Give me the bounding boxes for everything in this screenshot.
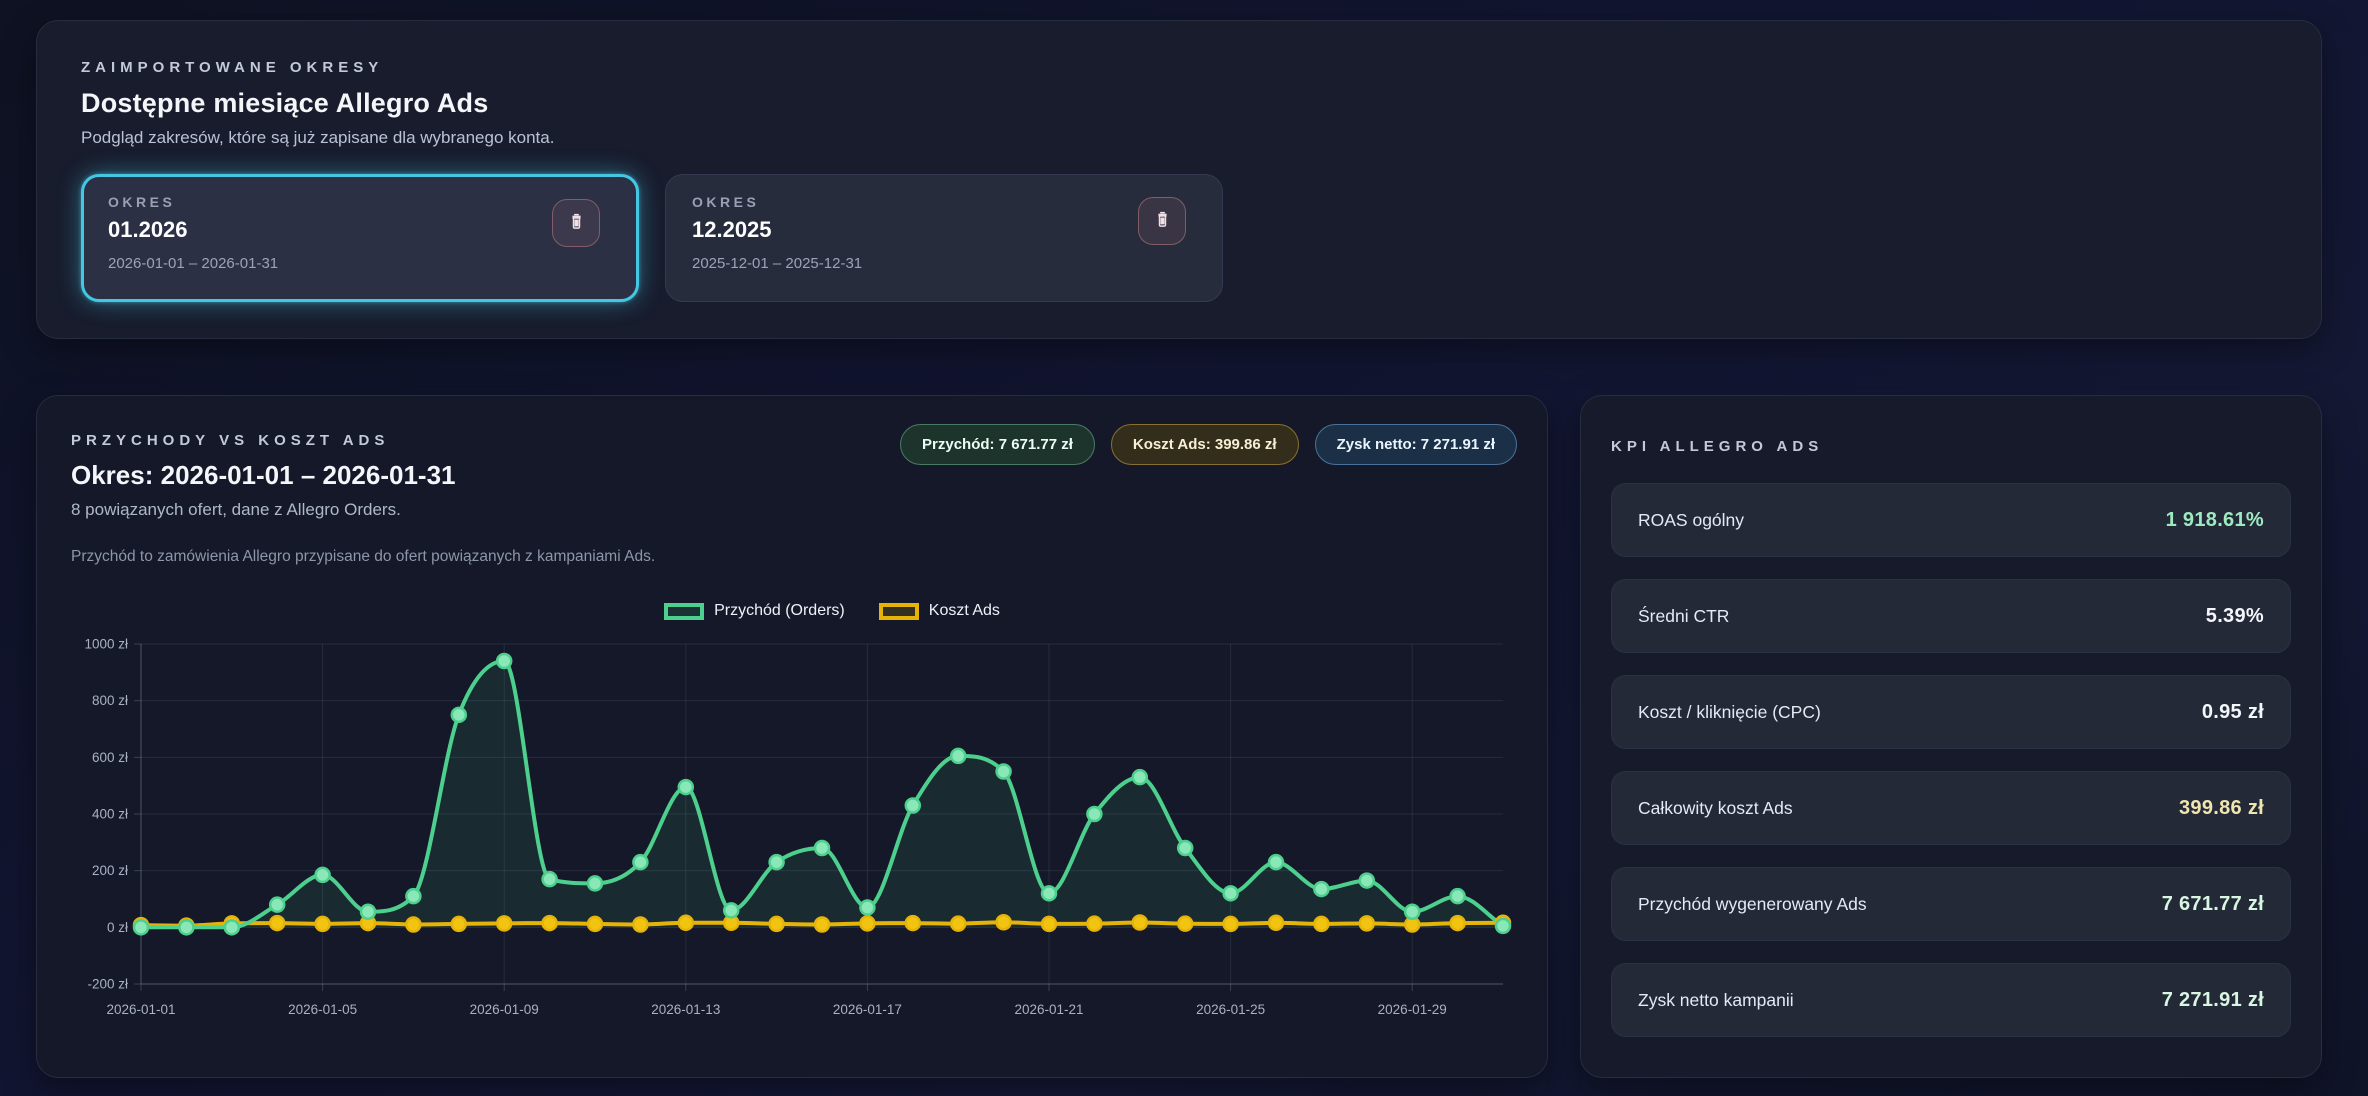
svg-text:800 zł: 800 zł	[92, 693, 128, 708]
period-card-label: OKRES	[692, 194, 1196, 210]
legend-item-ads-cost[interactable]: Koszt Ads	[869, 602, 1010, 620]
svg-text:1000 zł: 1000 zł	[84, 637, 128, 652]
net-profit-badge: Zysk netto: 7 271.91 zł	[1315, 424, 1517, 465]
delete-period-button[interactable]	[552, 199, 600, 247]
revenue-vs-cost-panel: PRZYCHODY VS KOSZT ADS Okres: 2026-01-01…	[36, 395, 1548, 1078]
svg-text:2026-01-05: 2026-01-05	[288, 1002, 357, 1017]
period-card-month: 01.2026	[108, 217, 612, 243]
svg-text:2026-01-21: 2026-01-21	[1014, 1002, 1083, 1017]
kpi-value: 7 271.91 zł	[2162, 989, 2264, 1012]
imported-periods-title: Dostępne miesiące Allegro Ads	[81, 88, 2277, 119]
period-card-12-2025[interactable]: OKRES 12.2025 2025-12-01 – 2025-12-31	[665, 174, 1223, 302]
kpi-value: 399.86 zł	[2179, 797, 2264, 820]
svg-text:0 zł: 0 zł	[107, 920, 128, 935]
svg-text:200 zł: 200 zł	[92, 863, 128, 878]
kpi-panel: KPI ALLEGRO ADS ROAS ogólny 1 918.61% Śr…	[1580, 395, 2322, 1078]
kpi-value: 1 918.61%	[2166, 509, 2264, 532]
period-card-label: OKRES	[108, 194, 612, 210]
summary-badges: Przychód: 7 671.77 zł Koszt Ads: 399.86 …	[900, 424, 1517, 465]
kpi-label: Koszt / kliknięcie (CPC)	[1638, 702, 1821, 723]
kpi-row-net-profit: Zysk netto kampanii 7 271.91 zł	[1611, 963, 2291, 1037]
svg-text:400 zł: 400 zł	[92, 807, 128, 822]
ads-cost-badge: Koszt Ads: 399.86 zł	[1111, 424, 1299, 465]
kpi-row-cpc: Koszt / kliknięcie (CPC) 0.95 zł	[1611, 675, 2291, 749]
period-cards: OKRES 01.2026 2026-01-01 – 2026-01-31 OK…	[81, 174, 2277, 302]
period-card-range: 2025-12-01 – 2025-12-31	[692, 255, 1196, 272]
revenue-badge: Przychód: 7 671.77 zł	[900, 424, 1095, 465]
legend-item-revenue[interactable]: Przychód (Orders)	[654, 602, 855, 620]
imported-periods-eyebrow: ZAIMPORTOWANE OKRESY	[81, 59, 2277, 76]
svg-text:-200 zł: -200 zł	[87, 977, 128, 992]
kpi-row-revenue: Przychód wygenerowany Ads 7 671.77 zł	[1611, 867, 2291, 941]
svg-text:2026-01-09: 2026-01-09	[470, 1002, 539, 1017]
svg-text:2026-01-01: 2026-01-01	[106, 1002, 175, 1017]
period-card-month: 12.2025	[692, 217, 1196, 243]
svg-text:600 zł: 600 zł	[92, 750, 128, 765]
kpi-label: Przychód wygenerowany Ads	[1638, 894, 1867, 915]
trash-icon	[1152, 209, 1173, 233]
chart-legend: Przychód (Orders) Koszt Ads	[147, 602, 1517, 620]
legend-label: Koszt Ads	[929, 602, 1000, 620]
legend-label: Przychód (Orders)	[714, 602, 845, 620]
kpi-label: Całkowity koszt Ads	[1638, 798, 1793, 819]
kpi-panel-eyebrow: KPI ALLEGRO ADS	[1611, 438, 2291, 455]
kpi-value: 0.95 zł	[2202, 701, 2264, 724]
chart-panel-subtitle: 8 powiązanych ofert, dane z Allegro Orde…	[71, 500, 1513, 520]
imported-periods-panel: ZAIMPORTOWANE OKRESY Dostępne miesiące A…	[36, 20, 2322, 339]
imported-periods-subtitle: Podgląd zakresów, które są już zapisane …	[81, 128, 2277, 148]
svg-text:2026-01-29: 2026-01-29	[1378, 1002, 1447, 1017]
allegro-ads-dashboard: ZAIMPORTOWANE OKRESY Dostępne miesiące A…	[0, 0, 2368, 1096]
svg-text:2026-01-25: 2026-01-25	[1196, 1002, 1265, 1017]
svg-text:2026-01-13: 2026-01-13	[651, 1002, 720, 1017]
period-card-01-2026[interactable]: OKRES 01.2026 2026-01-01 – 2026-01-31	[81, 174, 639, 302]
trash-icon	[566, 211, 587, 235]
kpi-row-total-cost: Całkowity koszt Ads 399.86 zł	[1611, 771, 2291, 845]
delete-period-button[interactable]	[1138, 197, 1186, 245]
period-card-range: 2026-01-01 – 2026-01-31	[108, 255, 612, 272]
ads-cost-series-swatch	[879, 603, 919, 620]
kpi-value: 5.39%	[2206, 605, 2264, 628]
kpi-rows: ROAS ogólny 1 918.61% Średni CTR 5.39% K…	[1611, 483, 2291, 1037]
kpi-label: Zysk netto kampanii	[1638, 990, 1794, 1011]
kpi-row-ctr: Średni CTR 5.39%	[1611, 579, 2291, 653]
svg-text:2026-01-17: 2026-01-17	[833, 1002, 902, 1017]
revenue-series-swatch	[664, 603, 704, 620]
kpi-label: Średni CTR	[1638, 606, 1729, 627]
kpi-label: ROAS ogólny	[1638, 510, 1744, 531]
kpi-value: 7 671.77 zł	[2162, 893, 2264, 916]
revenue-vs-cost-line-chart: -200 zł 0 zł 200 zł 400 zł 600 zł 800 zł 1000 …	[61, 628, 1521, 1040]
chart-panel-note: Przychód to zamówienia Allegro przypisan…	[71, 548, 1513, 566]
kpi-row-roas: ROAS ogólny 1 918.61%	[1611, 483, 2291, 557]
